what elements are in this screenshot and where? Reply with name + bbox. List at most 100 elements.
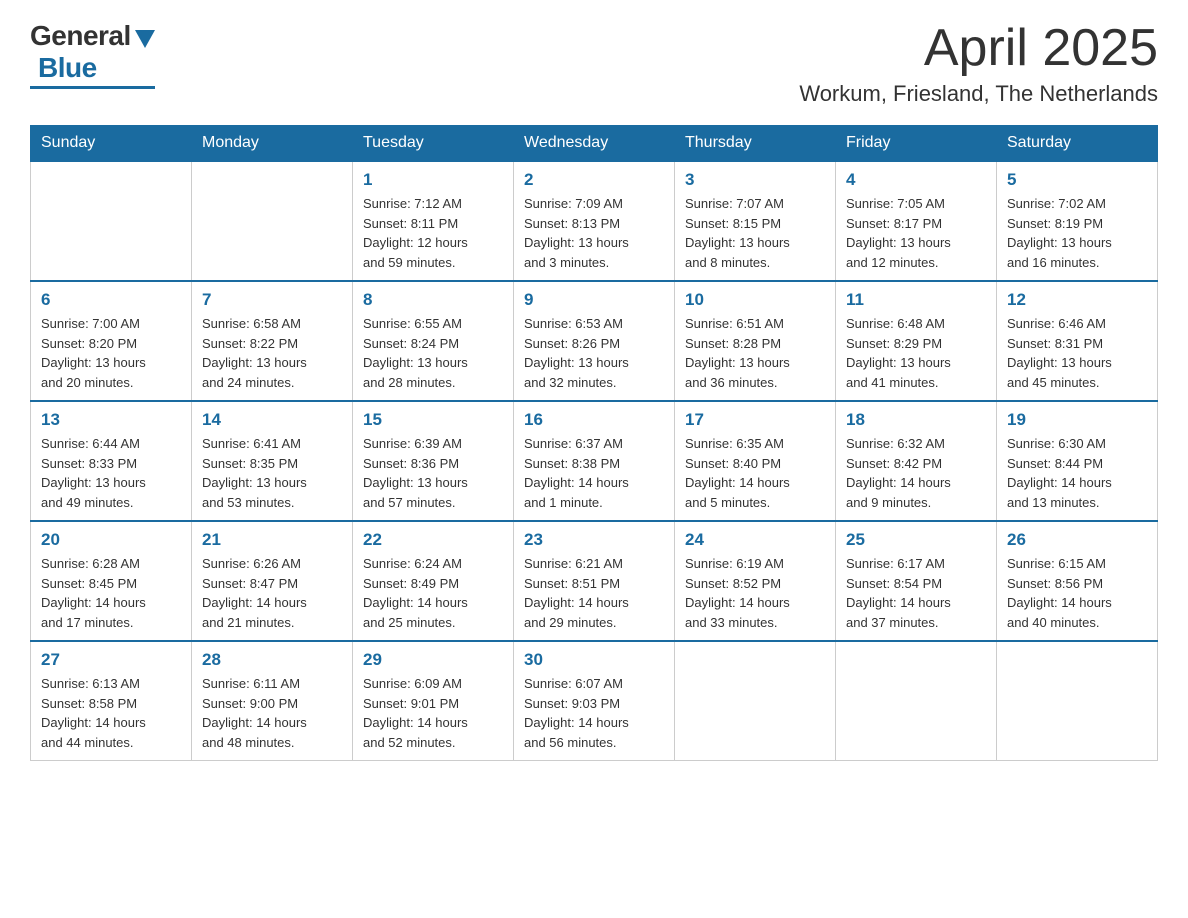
day-info: Sunrise: 6:19 AM Sunset: 8:52 PM Dayligh…: [685, 554, 825, 632]
day-number: 10: [685, 290, 825, 310]
calendar-week-row: 6Sunrise: 7:00 AM Sunset: 8:20 PM Daylig…: [31, 281, 1158, 401]
day-number: 14: [202, 410, 342, 430]
calendar-cell: 4Sunrise: 7:05 AM Sunset: 8:17 PM Daylig…: [836, 161, 997, 281]
calendar-cell: 22 Sunrise: 6:24 AM Sunset: 8:49 PM Dayli…: [353, 521, 514, 641]
calendar-cell: 3 Sunrise: 7:07 AM Sunset: 8:15 PM Daylig…: [675, 161, 836, 281]
calendar-cell: 18 Sunrise: 6:32 AM Sunset: 8:42 PM Dayli…: [836, 401, 997, 521]
weekday-header-sunday: Sunday: [31, 126, 192, 162]
day-number: 7: [202, 290, 342, 310]
day-info: Sunrise: 6:21 AM Sunset: 8:51 PM Dayligh…: [524, 554, 664, 632]
day-number: 23: [524, 530, 664, 550]
day-info: Sunrise: 7:12 AM Sunset: 8:11 PM Dayligh…: [363, 194, 503, 272]
day-number: 29: [363, 650, 503, 670]
day-info: Sunrise: 6:30 AM Sunset: 8:44 PM Dayligh…: [1007, 434, 1147, 512]
day-number: 5: [1007, 170, 1147, 190]
calendar-cell: 26 Sunrise: 6:15 AM Sunset: 8:56 PM Dayli…: [997, 521, 1158, 641]
calendar-week-row: 1 Sunrise: 7:12 AM Sunset: 8:11 PM Daylig…: [31, 161, 1158, 281]
calendar-cell: 30 Sunrise: 6:07 AM Sunset: 9:03 PM Dayli…: [514, 641, 675, 761]
day-info: Sunrise: 7:02 AM Sunset: 8:19 PM Dayligh…: [1007, 194, 1147, 272]
calendar-cell: 23 Sunrise: 6:21 AM Sunset: 8:51 PM Dayli…: [514, 521, 675, 641]
month-title: April 2025: [799, 20, 1158, 77]
day-number: 13: [41, 410, 181, 430]
calendar-cell: 11Sunrise: 6:48 AM Sunset: 8:29 PM Dayli…: [836, 281, 997, 401]
weekday-header-monday: Monday: [192, 126, 353, 162]
day-info: Sunrise: 6:39 AM Sunset: 8:36 PM Dayligh…: [363, 434, 503, 512]
calendar-cell: 24 Sunrise: 6:19 AM Sunset: 8:52 PM Dayli…: [675, 521, 836, 641]
day-info: Sunrise: 6:17 AM Sunset: 8:54 PM Dayligh…: [846, 554, 986, 632]
calendar-cell: [997, 641, 1158, 761]
day-number: 28: [202, 650, 342, 670]
calendar-cell: [192, 161, 353, 281]
title-area: April 2025 Workum, Friesland, The Nether…: [799, 20, 1158, 107]
page-header: General Blue April 2025 Workum, Frieslan…: [30, 20, 1158, 107]
day-number: 25: [846, 530, 986, 550]
day-info: Sunrise: 6:26 AM Sunset: 8:47 PM Dayligh…: [202, 554, 342, 632]
weekday-header-saturday: Saturday: [997, 126, 1158, 162]
day-number: 21: [202, 530, 342, 550]
calendar-cell: 14 Sunrise: 6:41 AM Sunset: 8:35 PM Dayli…: [192, 401, 353, 521]
day-info: Sunrise: 6:53 AM Sunset: 8:26 PM Dayligh…: [524, 314, 664, 392]
logo-triangle-icon: [135, 30, 155, 48]
logo-underline: [30, 86, 155, 89]
day-info: Sunrise: 6:48 AM Sunset: 8:29 PM Dayligh…: [846, 314, 986, 392]
day-info: Sunrise: 6:44 AM Sunset: 8:33 PM Dayligh…: [41, 434, 181, 512]
calendar-cell: 9 Sunrise: 6:53 AM Sunset: 8:26 PM Daylig…: [514, 281, 675, 401]
calendar-cell: 8Sunrise: 6:55 AM Sunset: 8:24 PM Daylig…: [353, 281, 514, 401]
day-number: 16: [524, 410, 664, 430]
day-number: 9: [524, 290, 664, 310]
calendar-week-row: 13 Sunrise: 6:44 AM Sunset: 8:33 PM Dayli…: [31, 401, 1158, 521]
logo-blue-text: Blue: [38, 52, 97, 84]
weekday-header-friday: Friday: [836, 126, 997, 162]
calendar-cell: 16 Sunrise: 6:37 AM Sunset: 8:38 PM Dayli…: [514, 401, 675, 521]
day-info: Sunrise: 6:55 AM Sunset: 8:24 PM Dayligh…: [363, 314, 503, 392]
day-number: 1: [363, 170, 503, 190]
calendar-cell: 2 Sunrise: 7:09 AM Sunset: 8:13 PM Daylig…: [514, 161, 675, 281]
day-number: 22: [363, 530, 503, 550]
day-number: 27: [41, 650, 181, 670]
day-info: Sunrise: 6:15 AM Sunset: 8:56 PM Dayligh…: [1007, 554, 1147, 632]
day-number: 30: [524, 650, 664, 670]
location-title: Workum, Friesland, The Netherlands: [799, 81, 1158, 107]
day-number: 20: [41, 530, 181, 550]
day-number: 15: [363, 410, 503, 430]
weekday-header-tuesday: Tuesday: [353, 126, 514, 162]
day-info: Sunrise: 7:09 AM Sunset: 8:13 PM Dayligh…: [524, 194, 664, 272]
day-info: Sunrise: 6:41 AM Sunset: 8:35 PM Dayligh…: [202, 434, 342, 512]
calendar-cell: 25 Sunrise: 6:17 AM Sunset: 8:54 PM Dayli…: [836, 521, 997, 641]
calendar-cell: 1 Sunrise: 7:12 AM Sunset: 8:11 PM Daylig…: [353, 161, 514, 281]
calendar-week-row: 27 Sunrise: 6:13 AM Sunset: 8:58 PM Dayli…: [31, 641, 1158, 761]
calendar-cell: [675, 641, 836, 761]
day-info: Sunrise: 6:09 AM Sunset: 9:01 PM Dayligh…: [363, 674, 503, 752]
calendar-cell: 19Sunrise: 6:30 AM Sunset: 8:44 PM Dayli…: [997, 401, 1158, 521]
calendar-cell: 27 Sunrise: 6:13 AM Sunset: 8:58 PM Dayli…: [31, 641, 192, 761]
day-info: Sunrise: 6:37 AM Sunset: 8:38 PM Dayligh…: [524, 434, 664, 512]
day-info: Sunrise: 7:07 AM Sunset: 8:15 PM Dayligh…: [685, 194, 825, 272]
day-info: Sunrise: 6:32 AM Sunset: 8:42 PM Dayligh…: [846, 434, 986, 512]
calendar-cell: 7Sunrise: 6:58 AM Sunset: 8:22 PM Daylig…: [192, 281, 353, 401]
calendar-cell: 10 Sunrise: 6:51 AM Sunset: 8:28 PM Dayli…: [675, 281, 836, 401]
day-number: 18: [846, 410, 986, 430]
calendar-cell: 12Sunrise: 6:46 AM Sunset: 8:31 PM Dayli…: [997, 281, 1158, 401]
day-number: 24: [685, 530, 825, 550]
calendar-header-row: SundayMondayTuesdayWednesdayThursdayFrid…: [31, 126, 1158, 162]
calendar-cell: [31, 161, 192, 281]
day-info: Sunrise: 6:24 AM Sunset: 8:49 PM Dayligh…: [363, 554, 503, 632]
day-number: 12: [1007, 290, 1147, 310]
calendar-table: SundayMondayTuesdayWednesdayThursdayFrid…: [30, 125, 1158, 761]
day-number: 3: [685, 170, 825, 190]
calendar-week-row: 20 Sunrise: 6:28 AM Sunset: 8:45 PM Dayli…: [31, 521, 1158, 641]
day-number: 26: [1007, 530, 1147, 550]
day-info: Sunrise: 7:05 AM Sunset: 8:17 PM Dayligh…: [846, 194, 986, 272]
day-info: Sunrise: 6:51 AM Sunset: 8:28 PM Dayligh…: [685, 314, 825, 392]
day-info: Sunrise: 6:07 AM Sunset: 9:03 PM Dayligh…: [524, 674, 664, 752]
calendar-cell: 17Sunrise: 6:35 AM Sunset: 8:40 PM Dayli…: [675, 401, 836, 521]
calendar-cell: 6Sunrise: 7:00 AM Sunset: 8:20 PM Daylig…: [31, 281, 192, 401]
day-number: 6: [41, 290, 181, 310]
day-number: 2: [524, 170, 664, 190]
day-number: 17: [685, 410, 825, 430]
day-info: Sunrise: 6:11 AM Sunset: 9:00 PM Dayligh…: [202, 674, 342, 752]
day-info: Sunrise: 6:28 AM Sunset: 8:45 PM Dayligh…: [41, 554, 181, 632]
weekday-header-thursday: Thursday: [675, 126, 836, 162]
day-info: Sunrise: 6:13 AM Sunset: 8:58 PM Dayligh…: [41, 674, 181, 752]
calendar-cell: 29 Sunrise: 6:09 AM Sunset: 9:01 PM Dayli…: [353, 641, 514, 761]
